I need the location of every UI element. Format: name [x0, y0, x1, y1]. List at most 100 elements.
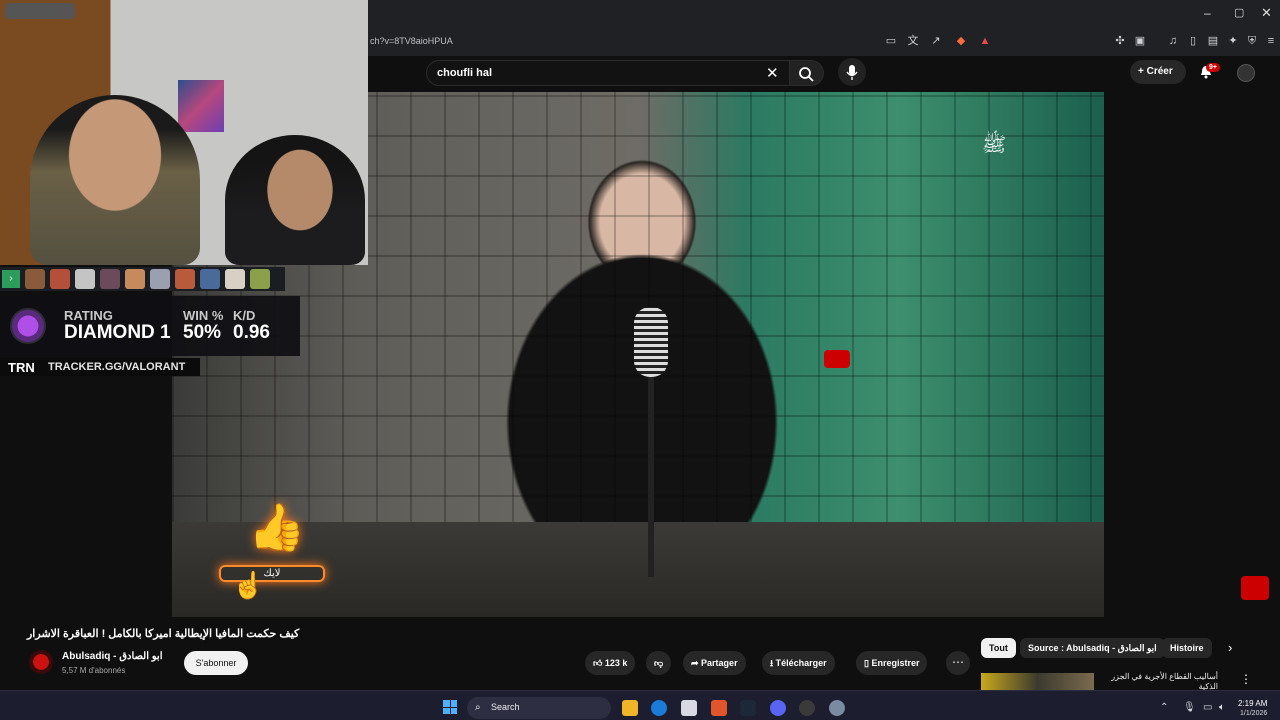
recommendation-more-button[interactable]: ⋮: [1240, 672, 1252, 686]
sidebar-icon[interactable]: ▯: [1186, 34, 1200, 48]
save-label: Enregistrer: [871, 658, 920, 668]
voice-search-button[interactable]: [838, 58, 866, 86]
subscribe-button[interactable]: S'abonner: [184, 651, 248, 675]
agent-portrait: [100, 269, 120, 289]
channel-watermark-logo: ﷺ: [982, 132, 1007, 156]
rating-value: DIAMOND 1: [64, 322, 171, 343]
vpn-icon[interactable]: ⛨: [1245, 34, 1259, 48]
account-avatar[interactable]: [1237, 64, 1255, 82]
close-window-button[interactable]: ✕: [1261, 5, 1272, 21]
thumbs-down-icon: 👎︎: [654, 658, 664, 668]
media-icon[interactable]: ♫: [1166, 34, 1180, 48]
guest-person: [225, 135, 365, 265]
share-button[interactable]: ➦ Partager: [683, 651, 746, 675]
tracker-url: TRACKER.GG/VALORANT: [48, 361, 186, 373]
close-icon[interactable]: ✕: [766, 64, 779, 82]
rewards-icon[interactable]: ▲: [978, 34, 992, 48]
discord-icon[interactable]: [770, 700, 786, 716]
network-icon[interactable]: ▭: [1203, 702, 1212, 713]
youtube-subscribe-icon[interactable]: [1241, 576, 1269, 600]
like-count: 123 k: [604, 658, 628, 668]
webcam-overlay: [0, 0, 368, 265]
agent-portrait: [225, 269, 245, 289]
recommendation-thumbnail[interactable]: [981, 673, 1094, 691]
file-explorer-icon[interactable]: [622, 700, 638, 716]
thumbs-up-icon: 👍︎: [593, 658, 605, 668]
video-mic-stand: [648, 377, 654, 577]
agent-portrait: [25, 269, 45, 289]
camera-device: [5, 3, 75, 19]
steam-icon[interactable]: [740, 700, 756, 716]
thumbs-up-icon: 👍: [248, 501, 306, 553]
mic-icon: [846, 65, 858, 80]
leo-icon[interactable]: ✦: [1226, 34, 1240, 48]
share-icon: ➦: [691, 658, 702, 668]
extensions-icon[interactable]: ✣: [1113, 34, 1127, 48]
share-icon[interactable]: ↗: [929, 34, 943, 48]
clock-date[interactable]: 1/1/2026: [1240, 710, 1267, 717]
more-actions-button[interactable]: ⋯: [946, 651, 970, 675]
save-button[interactable]: ▯ Enregistrer: [856, 651, 928, 675]
chevron-right-icon[interactable]: ›: [1228, 640, 1232, 655]
hand-pointer-icon: ☝: [232, 570, 265, 600]
download-label: Télécharger: [775, 658, 827, 668]
dislike-button[interactable]: 👎︎: [646, 651, 672, 675]
search-icon: [799, 67, 814, 82]
minimize-button[interactable]: –: [1204, 6, 1211, 20]
kd-value: 0.96: [233, 322, 270, 343]
diamond-rank-icon: [10, 308, 46, 344]
chevron-up-icon[interactable]: ⌃: [1160, 702, 1168, 713]
translate-icon[interactable]: 文: [906, 34, 920, 48]
youtube-logo-mark: [824, 350, 850, 368]
share-label: Partager: [701, 658, 738, 668]
video-title: كيف حكمت المافيا الإيطالية اميركا بالكام…: [27, 628, 300, 640]
obs-icon[interactable]: [799, 700, 815, 716]
agent-portrait: [175, 269, 195, 289]
trn-logo: TRN: [8, 360, 35, 375]
download-button[interactable]: ⭳ Télécharger: [762, 651, 835, 675]
channel-avatar[interactable]: [29, 650, 53, 674]
agent-portrait: [50, 269, 70, 289]
edge-icon[interactable]: [651, 700, 667, 716]
windows-taskbar: [0, 690, 1280, 720]
brave-shield-icon[interactable]: ◆: [954, 34, 968, 48]
chip-history[interactable]: Histoire: [1162, 638, 1212, 658]
volume-icon[interactable]: 🔈︎: [1219, 702, 1225, 713]
store-icon[interactable]: [681, 700, 697, 716]
create-button[interactable]: + Créer: [1130, 60, 1186, 84]
chip-all[interactable]: Tout: [981, 638, 1016, 658]
search-input[interactable]: choufli hal: [426, 60, 790, 86]
search-icon: ⌕: [475, 702, 481, 713]
agent-portrait: [125, 269, 145, 289]
address-bar[interactable]: ch?v=8TV8aioHPUA: [368, 30, 1228, 52]
agents-arrow-icon: ›: [2, 270, 20, 288]
taskbar-search[interactable]: Search: [467, 697, 611, 719]
channel-name[interactable]: Abulsadiq - ابو الصادق: [62, 651, 163, 662]
wallet-icon[interactable]: ▤: [1206, 34, 1220, 48]
search-button[interactable]: [790, 60, 824, 86]
agent-portrait: [250, 269, 270, 289]
notification-badge: 9+: [1206, 63, 1220, 72]
brave-icon[interactable]: [711, 700, 727, 716]
menu-icon[interactable]: ≡: [1264, 34, 1278, 48]
settings-icon[interactable]: [829, 700, 845, 716]
cast-icon[interactable]: ▭: [884, 34, 898, 48]
tabs-icon[interactable]: ▣: [1133, 34, 1147, 48]
mic-tray-icon[interactable]: 🎙︎: [1183, 702, 1196, 713]
agent-portrait: [200, 269, 220, 289]
windows-start-icon[interactable]: [443, 700, 457, 714]
like-button[interactable]: 👍︎ 123 k: [585, 651, 636, 675]
recommendation-title[interactable]: أساليب القطاع الأجرية في الجزر الذكية: [1098, 672, 1218, 692]
chip-source[interactable]: Source : Abulsadiq - ابو الصادق: [1020, 638, 1165, 658]
win-rate-value: 50%: [183, 322, 222, 343]
video-microphone: [634, 307, 668, 377]
plus-icon: +: [1138, 66, 1147, 77]
clock-time[interactable]: 2:19 AM: [1238, 699, 1267, 708]
wall-poster: [178, 80, 224, 132]
agent-portrait: [150, 269, 170, 289]
rating-label: RATING: [64, 308, 113, 323]
win-rate-label: WIN %: [183, 308, 224, 323]
subscriber-count: 5,57 M d'abonnés: [62, 666, 126, 675]
maximize-button[interactable]: ▢: [1234, 6, 1244, 19]
create-label: Créer: [1146, 66, 1173, 77]
